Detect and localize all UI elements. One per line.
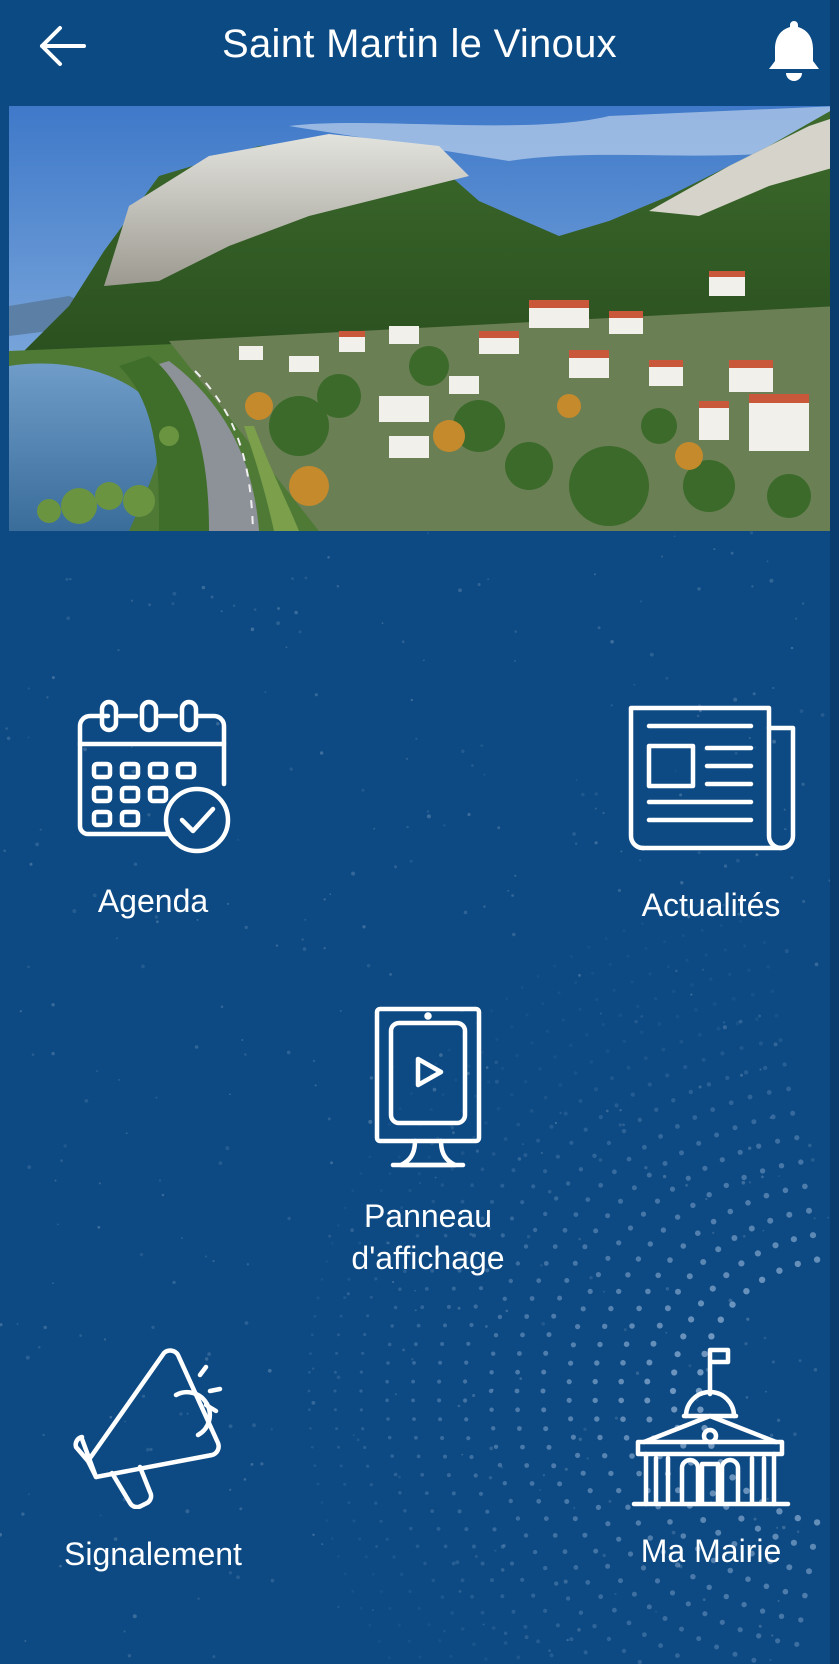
bell-icon: [769, 21, 819, 81]
home-menu: Agenda Actualités Panneau d'affichage Si…: [0, 531, 839, 1664]
menu-item-agenda[interactable]: Agenda: [53, 696, 253, 922]
menu-item-ma-mairie[interactable]: Ma Mairie: [611, 1346, 811, 1572]
page-title: Saint Martin le Vinoux: [222, 22, 617, 66]
app-screen: Saint Martin le Vinoux Agenda Actualités…: [0, 0, 839, 1664]
town-hall-icon: [631, 1347, 791, 1507]
notifications-button[interactable]: [759, 14, 829, 84]
newspaper-icon: [628, 705, 796, 851]
calendar-check-icon: [77, 699, 231, 854]
menu-item-label: Signalement: [64, 1536, 242, 1572]
menu-item-label: Panneau: [363, 1198, 493, 1234]
menu-item-signalement[interactable]: Signalement: [53, 1343, 253, 1575]
menu-item-label: Actualités: [641, 887, 781, 923]
hero-image: [9, 106, 839, 531]
menu-item-label-line2: d'affichage: [351, 1240, 505, 1276]
megaphone-icon: [73, 1348, 223, 1509]
menu-item-panneau-affichage[interactable]: Panneau d'affichage: [328, 1003, 528, 1279]
screen-edge: [830, 0, 839, 1664]
menu-item-label: Ma Mairie: [640, 1533, 782, 1569]
menu-item-label: Agenda: [97, 883, 209, 919]
billboard-play-icon: [374, 1006, 482, 1168]
top-app-bar: Saint Martin le Vinoux: [0, 0, 839, 103]
menu-item-actualites[interactable]: Actualités: [611, 702, 811, 926]
